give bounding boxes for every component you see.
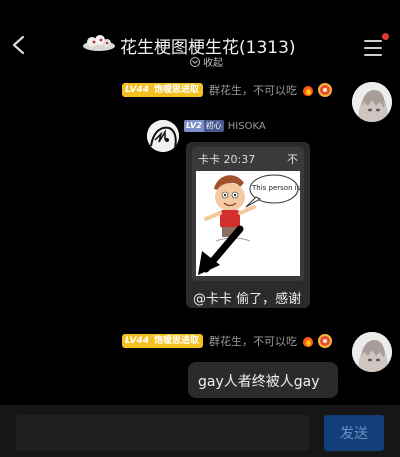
medal-emoji-icon bbox=[318, 83, 333, 97]
send-button[interactable]: 发送 bbox=[324, 415, 384, 451]
meme-caption: This person is gay bbox=[252, 184, 300, 192]
fire-emoji-icon bbox=[302, 334, 314, 348]
avatar[interactable] bbox=[352, 332, 392, 372]
avatar[interactable] bbox=[147, 120, 179, 152]
level-badge: LV44 饱嗳思进取 bbox=[122, 334, 204, 348]
message-meta-2: LV2 初心 HISOKA bbox=[184, 118, 266, 134]
unread-dot bbox=[382, 33, 389, 40]
fire-emoji-icon bbox=[302, 83, 314, 97]
group-nickname: 群花生，不可以吃 bbox=[209, 335, 298, 348]
message-text: gay人者终被人gay bbox=[198, 374, 320, 390]
message-input[interactable] bbox=[16, 415, 310, 451]
message-meta-3: LV44 饱嗳思进取 群花生，不可以吃 bbox=[122, 331, 333, 351]
header: 花生梗图梗生花(1313) 收起 bbox=[0, 0, 400, 76]
back-icon[interactable] bbox=[8, 34, 30, 56]
level-badge: LV2 初心 bbox=[184, 120, 224, 132]
group-nickname: 群花生，不可以吃 bbox=[209, 84, 298, 97]
message-bubble[interactable]: gay人者终被人gay bbox=[188, 362, 338, 398]
group-title-area[interactable]: 花生梗图梗生花(1313) 收起 bbox=[82, 30, 318, 70]
collapse-toggle[interactable]: 收起 bbox=[190, 54, 223, 69]
group-logo-icon bbox=[83, 35, 115, 51]
quote-status: 不 bbox=[287, 153, 298, 166]
avatar-anime-icon bbox=[352, 332, 392, 372]
medal-emoji-icon bbox=[318, 334, 333, 348]
level-badge: LV44 饱嗳思进取 bbox=[122, 83, 204, 97]
avatar-anime-icon bbox=[352, 82, 392, 122]
message-text: @卡卡 偷了，感谢 bbox=[193, 292, 302, 307]
quoted-message[interactable]: 卡卡 20:37 不 This person is bbox=[192, 147, 304, 281]
message-meta-1: LV44 饱嗳思进取 群花生，不可以吃 bbox=[122, 80, 333, 100]
sender-nickname: HISOKA bbox=[227, 120, 266, 132]
quote-header: 卡卡 20:37 bbox=[198, 153, 256, 166]
collapse-label: 收起 bbox=[203, 58, 223, 69]
chevron-down-circle-icon bbox=[190, 57, 200, 67]
avatar-sketch-icon bbox=[147, 120, 179, 152]
avatar[interactable] bbox=[352, 82, 392, 122]
hamburger-menu-icon[interactable] bbox=[364, 40, 382, 56]
message-bubble-quote[interactable]: 卡卡 20:37 不 This person is @卡卡 偷了，感谢 bbox=[186, 142, 310, 308]
meme-image[interactable]: This person is gay bbox=[196, 171, 300, 276]
input-bar: 发送 bbox=[0, 405, 400, 457]
